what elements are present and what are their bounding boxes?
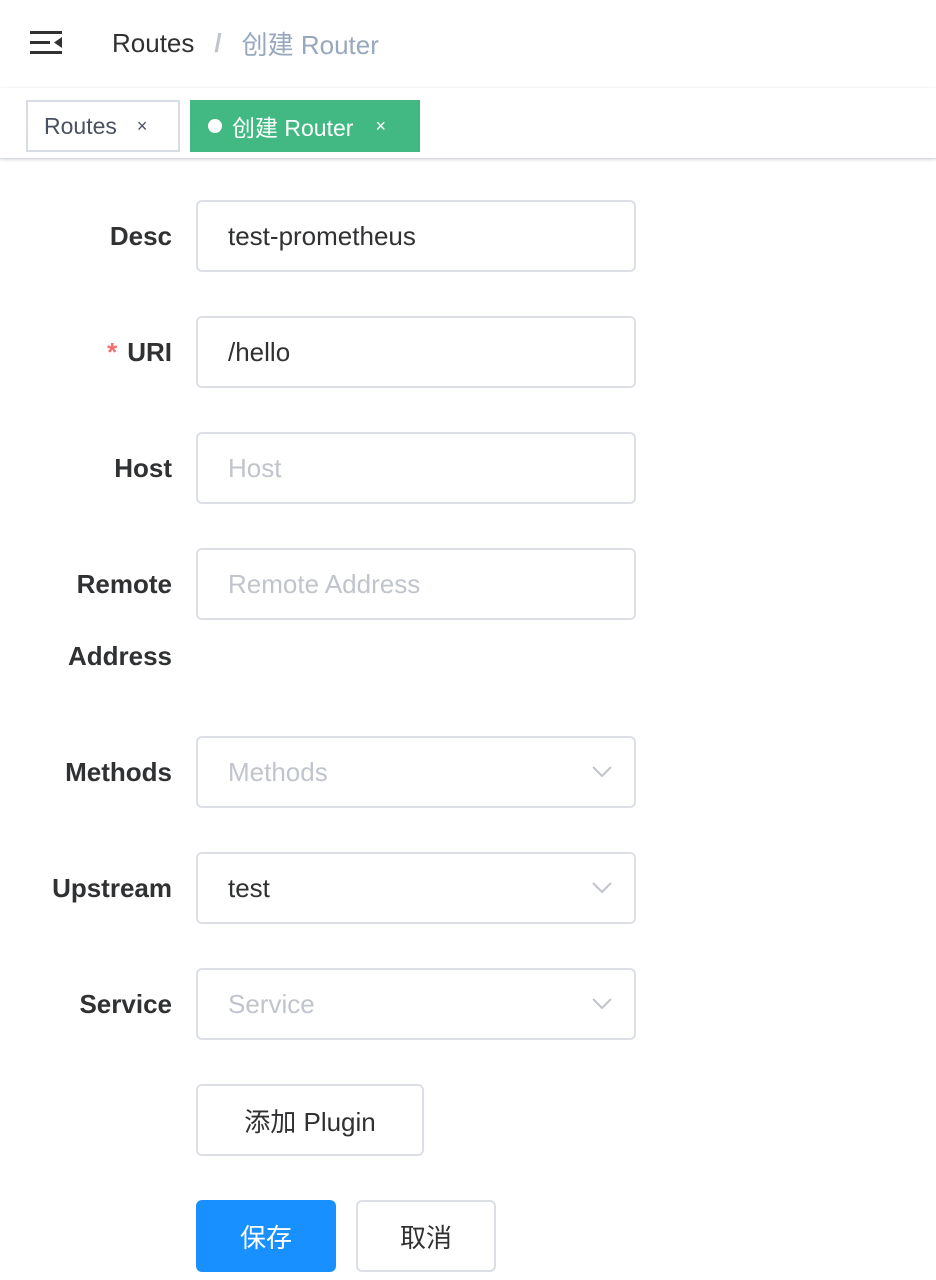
save-button[interactable]: 保存 [196,1200,336,1272]
required-mark: * [107,337,118,367]
upstream-select[interactable] [196,852,636,924]
breadcrumb: Routes / 创建 Router [112,26,379,60]
breadcrumb-separator: / [214,27,222,58]
host-input[interactable] [196,432,636,504]
service-label: Service [79,989,172,1019]
methods-select[interactable] [196,736,636,808]
navbar: Routes / 创建 Router [0,0,936,88]
upstream-label: Upstream [52,873,172,903]
active-dot-icon [208,119,222,133]
add-plugin-button[interactable]: 添加 Plugin [196,1084,424,1156]
service-select[interactable] [196,968,636,1040]
methods-select-input[interactable] [196,736,636,808]
tag-create-router[interactable]: 创建 Router × [190,100,420,152]
desc-label: Desc [109,221,172,251]
hamburger-menu-icon[interactable] [28,26,64,60]
methods-label: Methods [65,757,172,787]
uri-label: * URI [107,316,172,388]
host-label: Host [114,453,172,483]
uri-label-text: URI [127,337,172,367]
tag-label: 创建 Router [232,115,354,141]
close-icon[interactable]: × [137,116,148,137]
tags-view: Routes × 创建 Router × [0,88,936,159]
uri-input[interactable] [196,316,636,388]
breadcrumb-item-routes[interactable]: Routes [112,28,194,59]
cancel-button[interactable]: 取消 [356,1200,496,1272]
remote-address-label-line1: Remote [76,569,172,599]
close-icon[interactable]: × [375,116,386,137]
upstream-select-input[interactable] [196,852,636,924]
remote-address-label: Remote Address [68,548,172,692]
service-select-input[interactable] [196,968,636,1040]
remote-address-label-line2: Address [67,641,172,671]
tag-label: Routes [44,112,117,139]
tag-routes[interactable]: Routes × [26,100,180,152]
remote-address-input[interactable] [196,548,636,620]
desc-input[interactable] [196,200,636,272]
breadcrumb-item-current: 创建 Router [241,29,379,60]
